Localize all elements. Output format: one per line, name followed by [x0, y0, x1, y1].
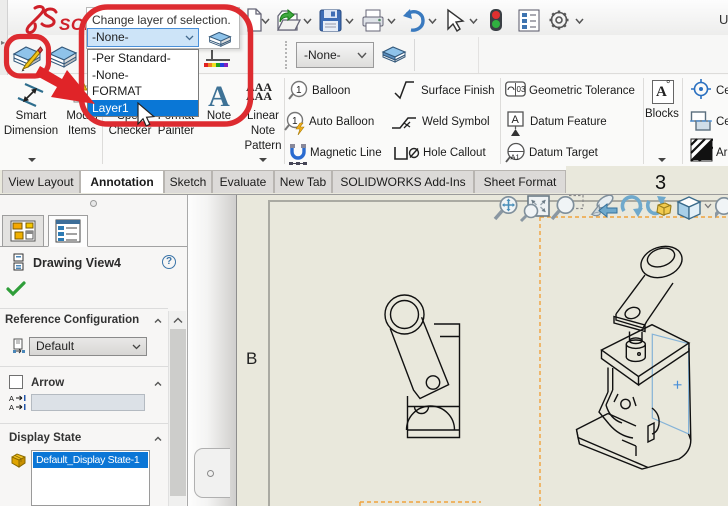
svg-text:A: A — [512, 114, 520, 126]
svg-text:03: 03 — [517, 85, 526, 94]
svg-text:A: A — [9, 394, 14, 403]
svg-text:1: 1 — [292, 116, 298, 127]
svg-text:A: A — [9, 403, 14, 411]
svg-text:1: 1 — [296, 85, 302, 96]
svg-text:A1: A1 — [511, 153, 520, 162]
